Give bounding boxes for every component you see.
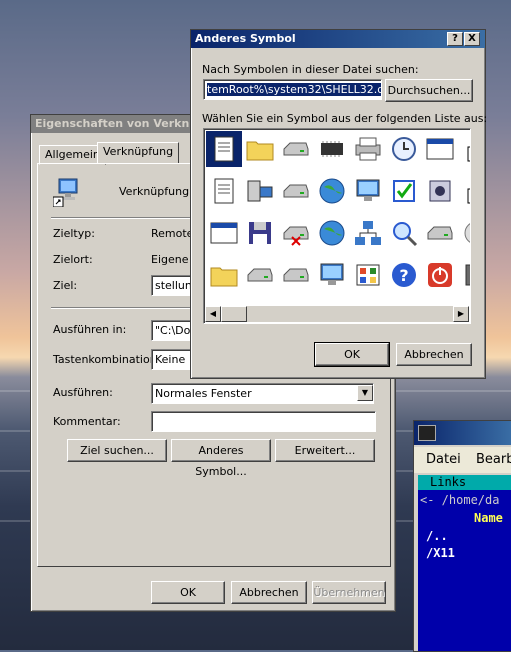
help-icon[interactable]: ? (388, 259, 420, 291)
checkbox-icon[interactable] (388, 175, 420, 207)
dialog-ok-button[interactable]: OK (314, 342, 390, 367)
scroll-right-icon[interactable]: ▶ (453, 306, 469, 322)
ausfuehren-in-label: Ausführen in: (53, 323, 127, 336)
terminal-icon (418, 425, 436, 441)
shortcut-icon[interactable] (460, 175, 470, 207)
dialog-cancel-button[interactable]: Abbrechen (396, 343, 472, 366)
svg-text:?: ? (399, 266, 408, 285)
folder-open-icon[interactable] (244, 133, 276, 165)
icon-list-label: Wählen Sie ein Symbol aus der folgenden … (202, 112, 488, 125)
power-icon[interactable] (424, 259, 456, 291)
anderes-symbol-button[interactable]: Anderes Symbol... (171, 439, 271, 478)
change-icon-dialog: Anderes Symbol ? X Nach Symbolen in dies… (190, 29, 488, 379)
erweitert-button[interactable]: Erweitert... (275, 439, 375, 462)
terminal-titlebar[interactable] (414, 421, 511, 445)
cd-icon[interactable] (460, 217, 470, 249)
computer-shortcut-icon (52, 175, 85, 208)
terminal-menubar: Datei Bearb (414, 447, 511, 473)
computer-tower-icon[interactable] (244, 175, 276, 207)
horizontal-scrollbar[interactable]: ◀ ▶ (205, 306, 469, 322)
terminal-panel[interactable]: Links <- /home/da Name /.. /X11 (418, 475, 511, 651)
dialog-titlebar[interactable]: Anderes Symbol ? X (191, 30, 485, 48)
magnifier-icon[interactable] (388, 217, 420, 249)
ziel-label: Ziel: (53, 279, 78, 292)
panel-header: Links (418, 475, 511, 490)
window-icon[interactable] (424, 133, 456, 165)
partial-icon[interactable] (460, 259, 470, 291)
chip-icon[interactable] (316, 133, 348, 165)
entry-x11[interactable]: /X11 (426, 546, 455, 560)
chevron-down-icon[interactable]: ▼ (357, 385, 373, 401)
ok-button[interactable]: OK (151, 581, 225, 604)
pointer-icon[interactable] (460, 133, 470, 165)
globe-pointer-icon[interactable] (316, 217, 348, 249)
close-button[interactable]: X (464, 32, 480, 46)
text-document-icon[interactable] (208, 175, 240, 207)
kommentar-input[interactable] (151, 411, 376, 432)
control-panel-icon[interactable] (352, 259, 384, 291)
ausfuehren-label: Ausführen: (53, 386, 113, 399)
globe-icon[interactable] (316, 175, 348, 207)
kommentar-label: Kommentar: (53, 415, 121, 428)
zielort-label: Zielort: (53, 253, 93, 266)
search-file-label: Nach Symbolen in dieser Datei suchen: (202, 63, 419, 76)
application-icon[interactable] (208, 217, 240, 249)
zieltyp-label: Zieltyp: (53, 227, 95, 240)
menu-bearbeiten[interactable]: Bearb (476, 452, 511, 467)
ausfuehren-select[interactable]: Normales Fenster ▼ (151, 383, 374, 404)
tab-allgemein[interactable]: Allgemein (39, 145, 106, 165)
help-button[interactable]: ? (447, 32, 463, 46)
menu-datei[interactable]: Datei (426, 452, 461, 467)
panel-path: <- /home/da (420, 493, 500, 507)
folder-icon[interactable] (208, 259, 240, 291)
remove-drive-icon[interactable] (424, 217, 456, 249)
document-icon[interactable] (206, 131, 242, 167)
scroll-left-icon[interactable]: ◀ (205, 306, 221, 322)
file-path-input[interactable]: temRoot%\system32\SHELL32.dll (203, 79, 382, 100)
drive-error-icon[interactable] (280, 217, 312, 249)
tastenkombination-label: Tastenkombination: (53, 353, 161, 366)
drive-icon[interactable] (280, 133, 312, 165)
audio-icon[interactable] (424, 175, 456, 207)
scroll-thumb[interactable] (221, 306, 247, 322)
clock-icon[interactable] (388, 133, 420, 165)
uebernehmen-button[interactable]: Übernehmen (312, 581, 386, 604)
desktop-icon[interactable] (316, 259, 348, 291)
monitor-icon[interactable] (352, 175, 384, 207)
cd-drive-icon[interactable] (280, 259, 312, 291)
network-drive-icon[interactable] (280, 175, 312, 207)
icon-list[interactable]: ? ◀ ▶ (203, 128, 471, 324)
browse-button[interactable]: Durchsuchen... (385, 79, 473, 102)
hdd-icon[interactable] (244, 259, 276, 291)
printer-icon[interactable] (352, 133, 384, 165)
abbrechen-button[interactable]: Abbrechen (231, 581, 307, 604)
floppy-icon[interactable] (244, 217, 276, 249)
column-name: Name (474, 511, 503, 525)
zielort-value: Eigene l (151, 253, 196, 266)
ziel-suchen-button[interactable]: Ziel suchen... (67, 439, 167, 462)
dialog-title: Anderes Symbol (195, 32, 296, 45)
tab-verknuepfung[interactable]: Verknüpfung (97, 142, 180, 164)
terminal-window: Datei Bearb Links <- /home/da Name /.. /… (413, 420, 511, 652)
network-icon[interactable] (352, 217, 384, 249)
entry-parent[interactable]: /.. (426, 529, 448, 543)
